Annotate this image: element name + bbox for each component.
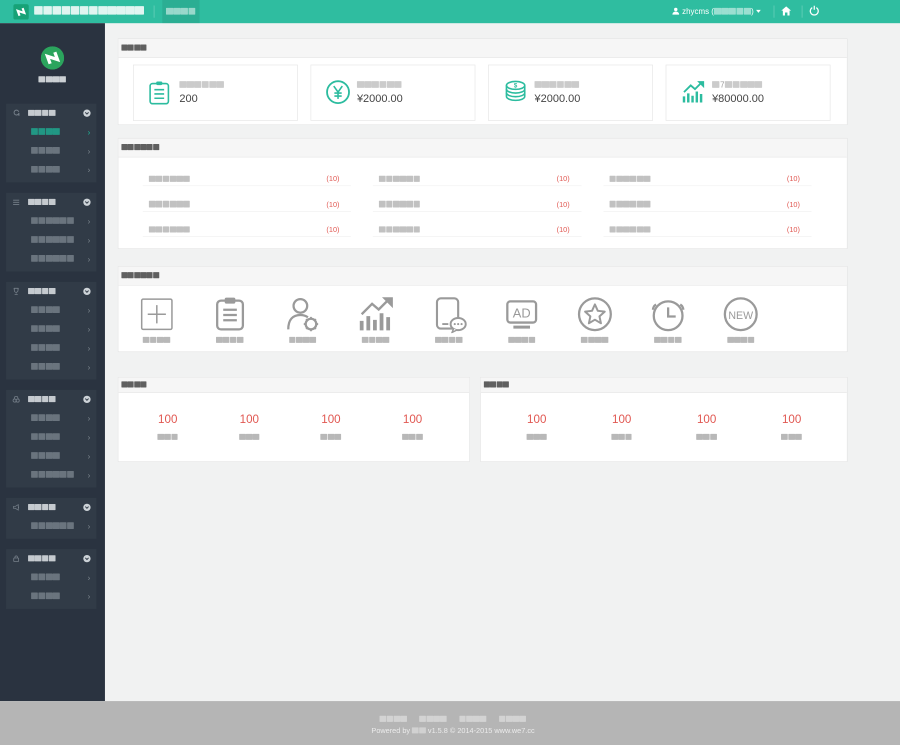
- svg-text:$: $: [514, 83, 518, 90]
- svg-text:NEW: NEW: [729, 310, 754, 322]
- svg-text:AD: AD: [513, 305, 531, 320]
